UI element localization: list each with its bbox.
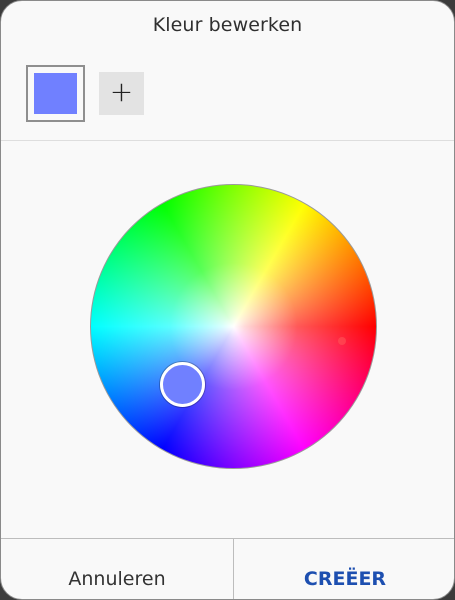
add-color-button[interactable]: + [99, 72, 144, 115]
edit-color-dialog: Kleur bewerken + Annuleren CREËER [0, 0, 455, 600]
color-picker-handle[interactable] [160, 362, 205, 407]
swatch-color-fill [34, 73, 77, 114]
selected-color-swatch[interactable] [26, 65, 85, 122]
create-button[interactable]: CREËER [234, 539, 454, 599]
dialog-title: Kleur bewerken [152, 14, 303, 36]
header-divider [1, 140, 454, 141]
plus-icon: + [109, 75, 134, 108]
color-wheel[interactable] [90, 184, 377, 469]
hue-marker [338, 337, 346, 345]
cancel-button[interactable]: Annuleren [1, 539, 233, 599]
